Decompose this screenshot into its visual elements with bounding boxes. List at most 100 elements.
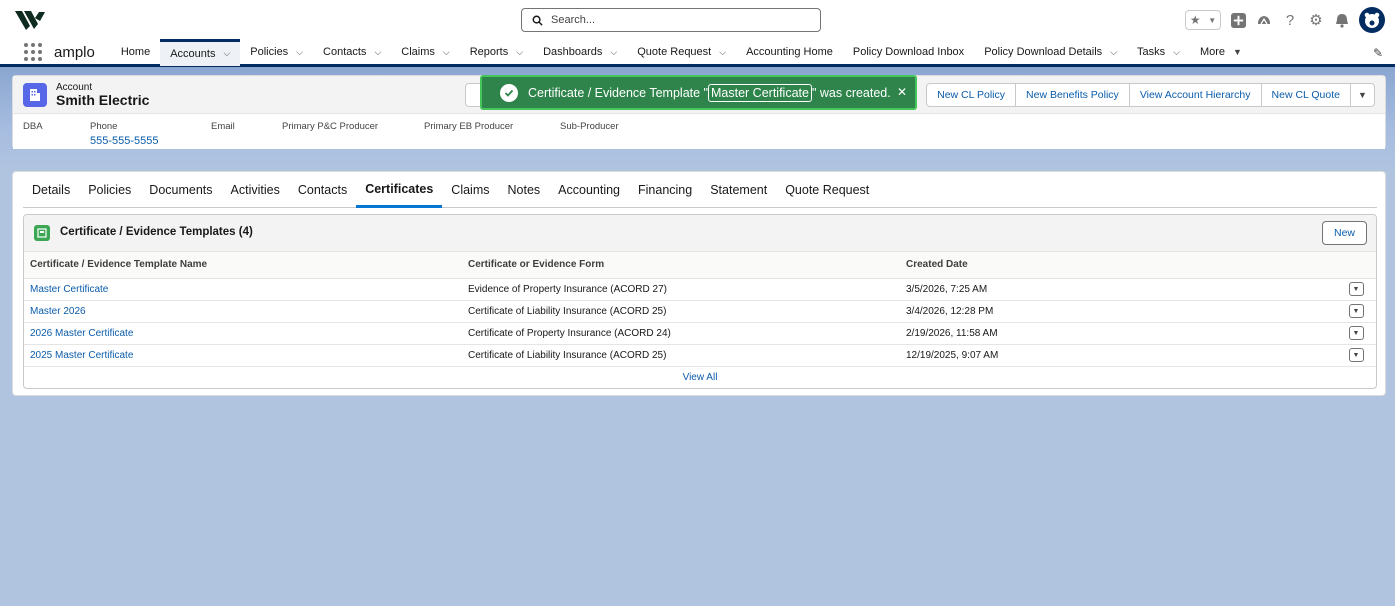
column-header-name[interactable]: Certificate / Evidence Template Name	[24, 252, 462, 279]
new-benefits-policy-button[interactable]: New Benefits Policy	[1016, 83, 1130, 107]
templates-table: Certificate / Evidence Template Name Cer…	[24, 252, 1376, 367]
nav-item-accounting-home[interactable]: Accounting Home	[736, 39, 843, 66]
tab-details[interactable]: Details	[23, 172, 79, 208]
toast-message-suffix: " was created.	[811, 85, 891, 100]
column-header-form[interactable]: Certificate or Evidence Form	[462, 252, 900, 279]
edit-nav-pencil-icon[interactable]: ✎	[1373, 46, 1383, 60]
nav-item-reports[interactable]: Reports ⌵	[460, 39, 533, 66]
favorites-button[interactable]: ★ ▼	[1185, 10, 1221, 30]
tab-quote-request[interactable]: Quote Request	[776, 172, 878, 208]
template-name-link[interactable]: Master Certificate	[30, 284, 108, 295]
chevron-down-icon[interactable]: ⌵	[516, 47, 523, 58]
nav-item-contacts[interactable]: Contacts ⌵	[313, 39, 391, 66]
phone-link[interactable]: 555-555-5555	[90, 135, 211, 147]
template-icon	[34, 225, 50, 241]
nav-item-policies[interactable]: Policies ⌵	[240, 39, 313, 66]
template-name-link[interactable]: 2025 Master Certificate	[30, 350, 133, 361]
template-name-link[interactable]: Master 2026	[30, 306, 86, 317]
more-actions-button[interactable]: ▼	[1351, 83, 1375, 107]
chevron-down-icon[interactable]: ⌵	[296, 47, 303, 58]
tab-notes[interactable]: Notes	[499, 172, 550, 208]
row-name-cell: Master 2026	[24, 300, 462, 323]
field-phone: Phone 555-555-5555	[90, 121, 211, 147]
record-name: Smith Electric	[56, 92, 150, 108]
trailhead-icon[interactable]	[1255, 11, 1273, 29]
nav-item-label: Contacts	[323, 46, 367, 58]
row-name-cell: 2026 Master Certificate	[24, 322, 462, 345]
table-row: 2025 Master Certificate Certificate of Li…	[24, 344, 1376, 367]
tab-statement[interactable]: Statement	[701, 172, 776, 208]
row-created-date-cell: 2/19/2026, 11:58 AM	[900, 322, 1336, 345]
new-template-button[interactable]: New	[1322, 221, 1367, 245]
nav-item-label: Policy Download Inbox	[852, 46, 965, 58]
related-list-title[interactable]: Certificate / Evidence Templates (4)	[60, 226, 253, 238]
new-cl-quote-button[interactable]: New CL Quote	[1261, 83, 1351, 107]
close-icon[interactable]: ✕	[897, 85, 907, 99]
row-action-cell: ▼	[1336, 300, 1376, 323]
tab-accounting[interactable]: Accounting	[549, 172, 629, 208]
view-all-link[interactable]: View All	[683, 372, 718, 383]
chevron-down-icon[interactable]: ⌵	[1110, 47, 1117, 58]
nav-item-accounts[interactable]: Accounts ⌵	[160, 38, 241, 66]
row-form-cell: Certificate of Liability Insurance (ACOR…	[462, 344, 900, 367]
tab-activities[interactable]: Activities	[222, 172, 289, 208]
global-search-input[interactable]: Search...	[521, 8, 821, 32]
chevron-down-icon[interactable]: ▼	[1208, 16, 1216, 25]
field-label: Sub-Producer	[560, 121, 619, 132]
nav-item-label: Claims	[401, 46, 435, 58]
company-logo[interactable]	[14, 8, 46, 32]
chevron-down-icon[interactable]: ⌵	[443, 47, 450, 58]
nav-item-more[interactable]: More ▼	[1190, 39, 1252, 66]
nav-item-policy-download-details[interactable]: Policy Download Details ⌵	[974, 39, 1127, 66]
tab-policies[interactable]: Policies	[79, 172, 140, 208]
notifications-bell-icon[interactable]	[1333, 11, 1351, 29]
nav-item-label: Accounts	[170, 47, 216, 60]
tab-documents[interactable]: Documents	[140, 172, 221, 208]
nav-item-quote-request[interactable]: Quote Request ⌵	[627, 39, 736, 66]
user-avatar[interactable]	[1359, 7, 1385, 33]
row-actions-dropdown-icon[interactable]: ▼	[1348, 348, 1364, 362]
row-form-cell: Certificate of Liability Insurance (ACOR…	[462, 300, 900, 323]
row-actions-dropdown-icon[interactable]: ▼	[1348, 304, 1364, 318]
nav-item-home[interactable]: Home	[111, 39, 160, 66]
nav-item-dashboards[interactable]: Dashboards ⌵	[533, 39, 627, 66]
add-icon[interactable]	[1229, 11, 1247, 29]
tab-financing[interactable]: Financing	[629, 172, 701, 208]
nav-item-claims[interactable]: Claims ⌵	[391, 39, 459, 66]
tab-claims[interactable]: Claims	[442, 172, 498, 208]
app-navigation-bar: amplo Home Accounts ⌵ Policies ⌵ Contacts ⌵ Cla…	[0, 38, 1395, 67]
chevron-down-icon[interactable]: ⌵	[719, 47, 726, 58]
chevron-down-icon[interactable]: ⌵	[223, 48, 230, 59]
tab-contacts[interactable]: Contacts	[289, 172, 356, 208]
nav-item-label: More	[1199, 46, 1226, 58]
nav-item-tasks[interactable]: Tasks ⌵	[1127, 39, 1190, 66]
app-name: amplo	[54, 43, 95, 61]
row-form-cell: Evidence of Property Insurance (ACORD 27…	[462, 278, 900, 301]
toast-record-link[interactable]: Master Certificate	[708, 83, 812, 102]
chevron-down-icon[interactable]: ▼	[1233, 47, 1242, 57]
new-cl-policy-button[interactable]: New CL Policy	[926, 83, 1017, 107]
nav-item-label: Policy Download Details	[984, 46, 1103, 58]
nav-item-label: Quote Request	[637, 46, 712, 58]
setup-gear-icon[interactable]: ⚙	[1307, 11, 1325, 29]
template-name-link[interactable]: 2026 Master Certificate	[30, 328, 133, 339]
row-actions-dropdown-icon[interactable]: ▼	[1348, 326, 1364, 340]
nav-item-label: Accounting Home	[746, 46, 833, 58]
chevron-down-icon[interactable]: ⌵	[1173, 47, 1180, 58]
nav-item-policy-download-inbox[interactable]: Policy Download Inbox	[843, 39, 974, 66]
view-account-hierarchy-button[interactable]: View Account Hierarchy	[1129, 83, 1262, 107]
app-launcher-icon[interactable]	[24, 43, 42, 61]
field-label: DBA	[23, 121, 43, 132]
record-tabs: Details Policies Documents Activities Contac…	[23, 172, 1377, 208]
help-icon[interactable]: ?	[1281, 11, 1299, 29]
chevron-down-icon[interactable]: ⌵	[610, 47, 617, 58]
field-dba: DBA	[23, 121, 90, 147]
global-header: Search... ★ ▼ ? ⚙	[0, 0, 1395, 40]
related-list-certificates: Certificate / Evidence Templates (4) New…	[23, 214, 1377, 389]
chevron-down-icon[interactable]: ⌵	[374, 47, 381, 58]
tab-certificates[interactable]: Certificates	[356, 172, 443, 208]
row-actions-dropdown-icon[interactable]: ▼	[1348, 282, 1364, 296]
column-header-created-date[interactable]: Created Date	[900, 252, 1336, 279]
nav-item-label: Reports	[469, 46, 509, 58]
row-created-date-cell: 12/19/2025, 9:07 AM	[900, 344, 1336, 367]
